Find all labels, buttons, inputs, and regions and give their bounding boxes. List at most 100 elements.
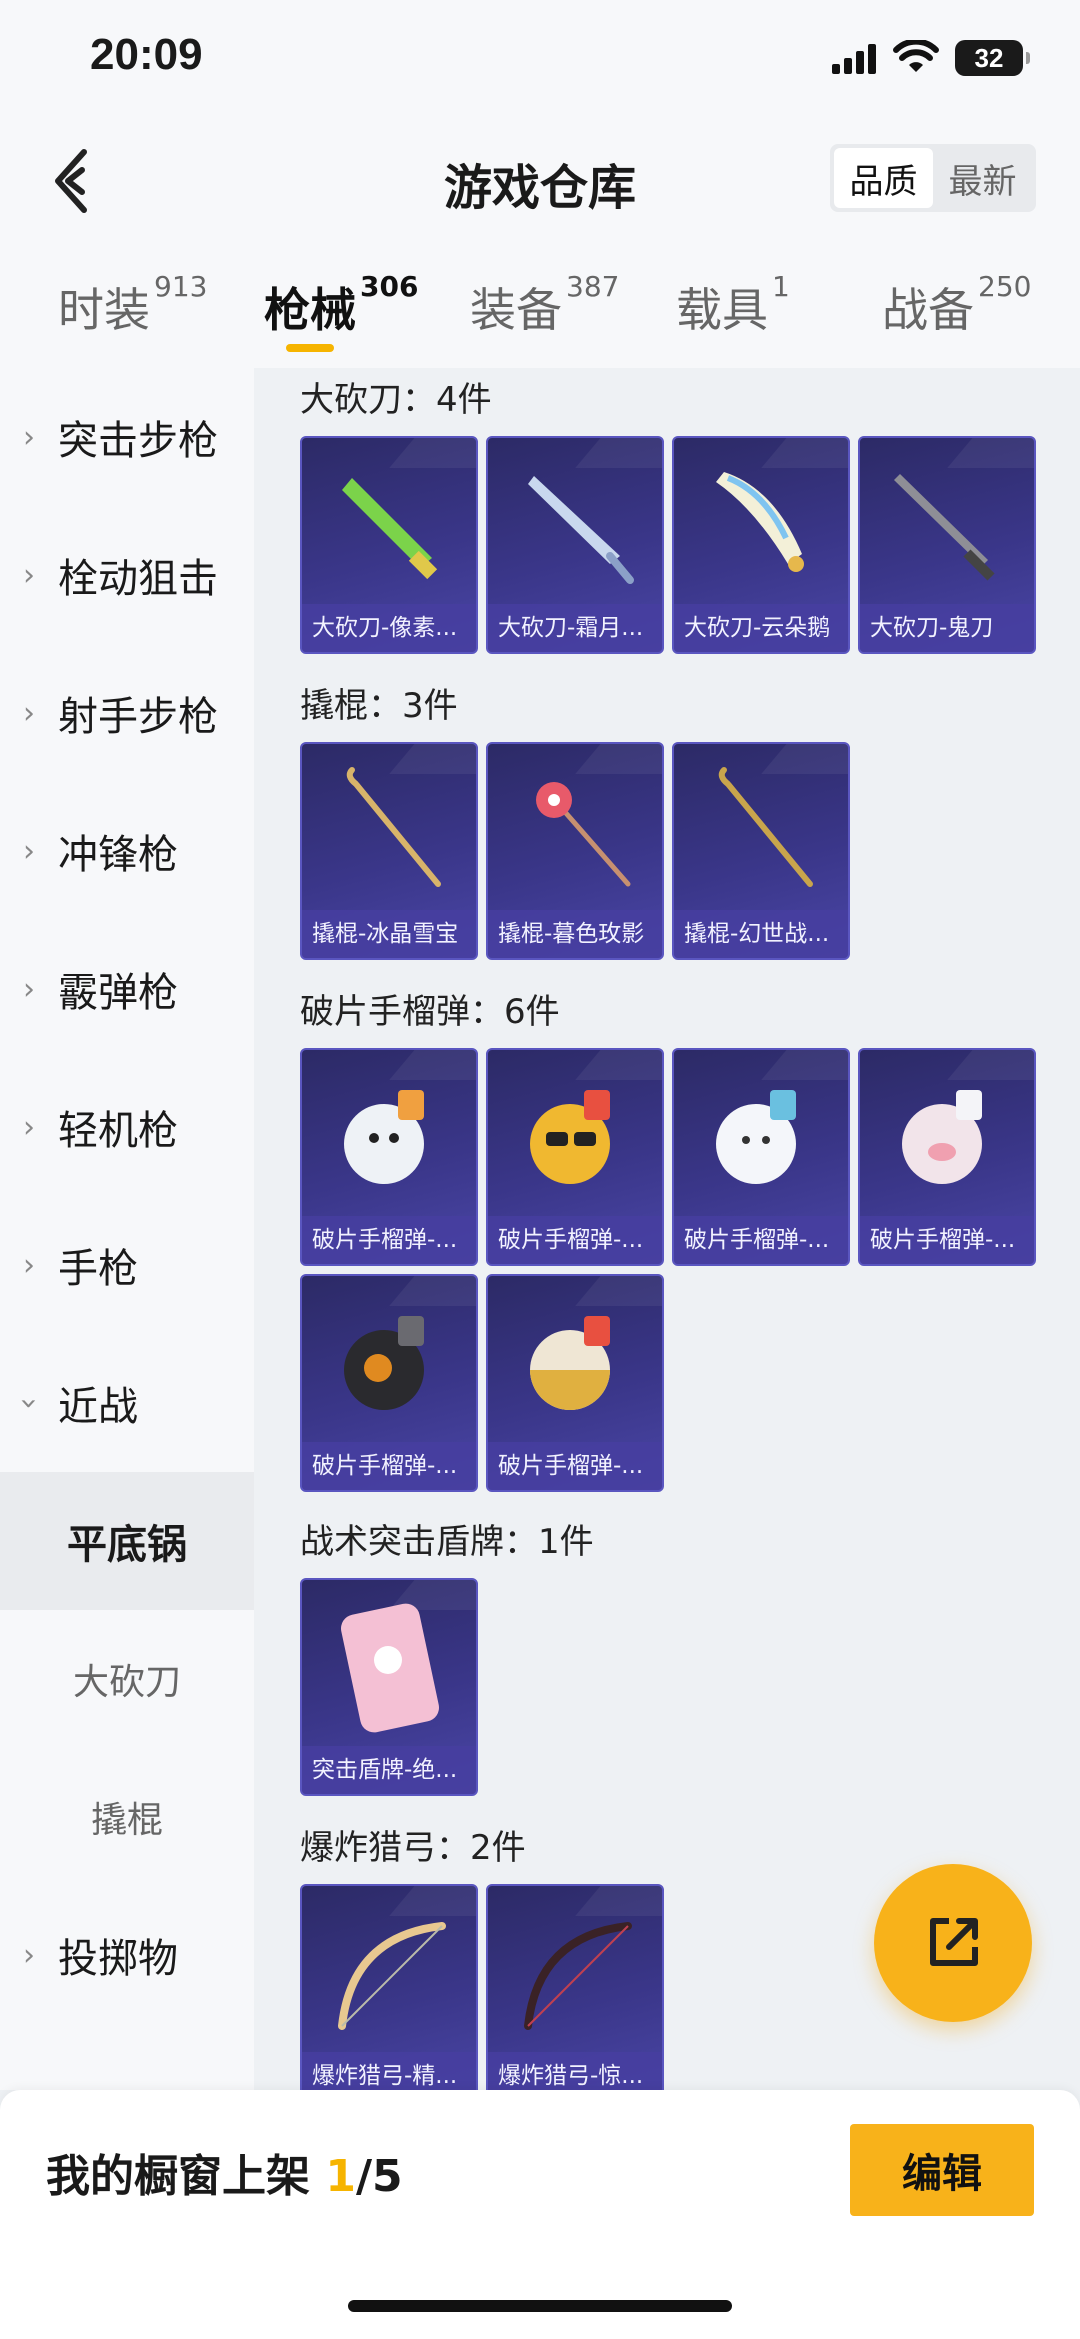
tab-count: 306 (360, 270, 419, 303)
section-title: 爆炸猎弓：2件 (300, 1828, 526, 1868)
sidebar-item-shotgun[interactable]: › 霰弹枪 (0, 920, 254, 1058)
chevron-right-icon: › (23, 695, 35, 731)
sidebar-item-melee[interactable]: › 近战 (0, 1334, 254, 1472)
item-card[interactable]: 大砍刀-云朵鹅 (672, 436, 850, 654)
status-bar: 20:09 32 (0, 0, 1080, 120)
item-card[interactable]: 大砍刀-霜月... (486, 436, 664, 654)
item-card[interactable]: 破片手榴弹-... (486, 1048, 664, 1266)
item-label: 大砍刀-像素... (302, 604, 476, 652)
item-label: 破片手榴弹-... (302, 1216, 476, 1264)
share-external-icon (930, 1918, 978, 1966)
item-card[interactable]: 撬棍-幻世战... (672, 742, 850, 960)
active-tab-indicator (286, 344, 334, 352)
sidebar-item-machete[interactable]: 大砍刀 (0, 1610, 254, 1748)
item-label: 撬棍-冰晶雪宝 (302, 910, 476, 958)
sidebar-item-bolt-sniper[interactable]: › 栓动狙击 (0, 506, 254, 644)
item-card[interactable]: 破片手榴弹-... (486, 1274, 664, 1492)
item-card[interactable]: 爆炸猎弓-精... (300, 1884, 478, 2090)
grenade-snowman-icon (344, 1090, 424, 1184)
item-label: 破片手榴弹-... (674, 1216, 848, 1264)
sidebar-item-smg[interactable]: › 冲锋枪 (0, 782, 254, 920)
item-label: 大砍刀-云朵鹅 (674, 604, 848, 652)
cellular-signal-icon (832, 44, 876, 74)
item-label: 撬棍-幻世战... (674, 910, 848, 958)
machete-cloud-goose-icon (716, 472, 804, 572)
item-label: 破片手榴弹-... (302, 1442, 476, 1490)
chevron-right-icon: › (23, 557, 35, 593)
item-card[interactable]: 破片手榴弹-... (300, 1048, 478, 1266)
sidebar-item-assault-rifle[interactable]: › 突击步枪 (0, 368, 254, 506)
bow-elite-icon (338, 1922, 446, 2030)
tab-fashion[interactable]: 时装 913 (58, 270, 207, 340)
showcase-current: 1 (325, 2151, 356, 2202)
item-card[interactable]: 突击盾牌-绝... (300, 1578, 478, 1796)
bow-thunder-icon (524, 1922, 632, 2030)
grenade-emoji-icon (530, 1090, 610, 1184)
showcase-total: /5 (355, 2151, 403, 2202)
sort-toggle: 品质 最新 (830, 144, 1036, 212)
category-tabs: 时装 913 枪械 306 装备 387 载具 1 战备 250 (0, 240, 1080, 368)
chevron-right-icon: › (23, 1247, 35, 1283)
share-fab-button[interactable] (874, 1864, 1032, 2022)
tab-count: 250 (978, 270, 1032, 303)
item-grid-panel: 大砍刀：4件 大砍刀-像素... 大砍刀-霜月... 大砍刀-云朵鹅 大砍刀-鬼… (254, 368, 1080, 2090)
sidebar-item-pistol[interactable]: › 手枪 (0, 1196, 254, 1334)
tab-equipment[interactable]: 装备 387 (470, 270, 619, 340)
sidebar-item-throwables[interactable]: › 投掷物 (0, 1886, 254, 2024)
item-card[interactable]: 大砍刀-像素... (300, 436, 478, 654)
item-label: 大砍刀-霜月... (488, 604, 662, 652)
chevron-right-icon: › (23, 1937, 35, 1973)
item-label: 大砍刀-鬼刀 (860, 604, 1034, 652)
item-card[interactable]: 大砍刀-鬼刀 (858, 436, 1036, 654)
chevron-right-icon: › (23, 1109, 35, 1145)
section-title: 战术突击盾牌：1件 (300, 1522, 594, 1562)
tab-vehicles[interactable]: 载具 1 (676, 270, 790, 340)
wifi-icon (893, 40, 939, 72)
header: 游戏仓库 品质 最新 (0, 120, 1080, 240)
item-card[interactable]: 破片手榴弹-... (858, 1048, 1036, 1266)
showcase-status: 我的橱窗上架 1/5 (46, 2151, 403, 2202)
sidebar-item-pan[interactable]: 平底锅 (0, 1472, 254, 1610)
tab-count: 387 (566, 270, 620, 303)
section-title: 破片手榴弹：6件 (300, 992, 560, 1032)
weapon-type-sidebar: › 突击步枪 › 栓动狙击 › 射手步枪 › 冲锋枪 › 霰弹枪 › 轻机枪 › 手枪 › 近战… (0, 368, 254, 2090)
section-title: 撬棍：3件 (300, 686, 458, 726)
machete-pixel-icon (342, 478, 438, 580)
tab-guns[interactable]: 枪械 306 (264, 270, 418, 340)
item-card[interactable]: 破片手榴弹-... (672, 1048, 850, 1266)
grenade-dark-icon (344, 1316, 424, 1410)
shield-pink-icon (341, 1603, 439, 1733)
item-card[interactable]: 撬棍-暮色玫影 (486, 742, 664, 960)
sidebar-item-marksman-rifle[interactable]: › 射手步枪 (0, 644, 254, 782)
item-label: 破片手榴弹-... (488, 1442, 662, 1490)
item-label: 撬棍-暮色玫影 (488, 910, 662, 958)
crowbar-rose-icon (536, 782, 631, 887)
tab-count: 1 (772, 270, 790, 303)
machete-frost-icon (528, 476, 634, 584)
section-title: 大砍刀：4件 (300, 380, 492, 420)
home-indicator[interactable] (348, 2300, 732, 2312)
item-label: 破片手榴弹-... (860, 1216, 1034, 1264)
sort-quality-button[interactable]: 品质 (834, 148, 933, 208)
grenade-gold-icon (530, 1316, 610, 1410)
tab-count: 913 (154, 270, 208, 303)
crowbar-ice-icon (346, 767, 441, 887)
item-label: 突击盾牌-绝... (302, 1746, 476, 1794)
status-time: 20:09 (90, 30, 203, 79)
crowbar-phantom-icon (718, 767, 813, 887)
chevron-right-icon: › (23, 833, 35, 869)
item-label: 爆炸猎弓-惊... (488, 2052, 662, 2090)
chevron-right-icon: › (23, 419, 35, 455)
item-card[interactable]: 破片手榴弹-... (300, 1274, 478, 1492)
item-label: 破片手榴弹-... (488, 1216, 662, 1264)
sort-newest-button[interactable]: 最新 (933, 148, 1032, 208)
machete-ghost-blade-icon (894, 474, 995, 581)
item-card[interactable]: 爆炸猎弓-惊... (486, 1884, 664, 2090)
item-label: 爆炸猎弓-精... (302, 2052, 476, 2090)
sidebar-item-crowbar[interactable]: 撬棍 (0, 1748, 254, 1886)
sidebar-item-lmg[interactable]: › 轻机枪 (0, 1058, 254, 1196)
tab-supplies[interactable]: 战备 250 (882, 270, 1031, 340)
item-card[interactable]: 撬棍-冰晶雪宝 (300, 742, 478, 960)
chevron-down-icon: › (11, 1397, 47, 1409)
edit-button[interactable]: 编辑 (850, 2124, 1034, 2216)
